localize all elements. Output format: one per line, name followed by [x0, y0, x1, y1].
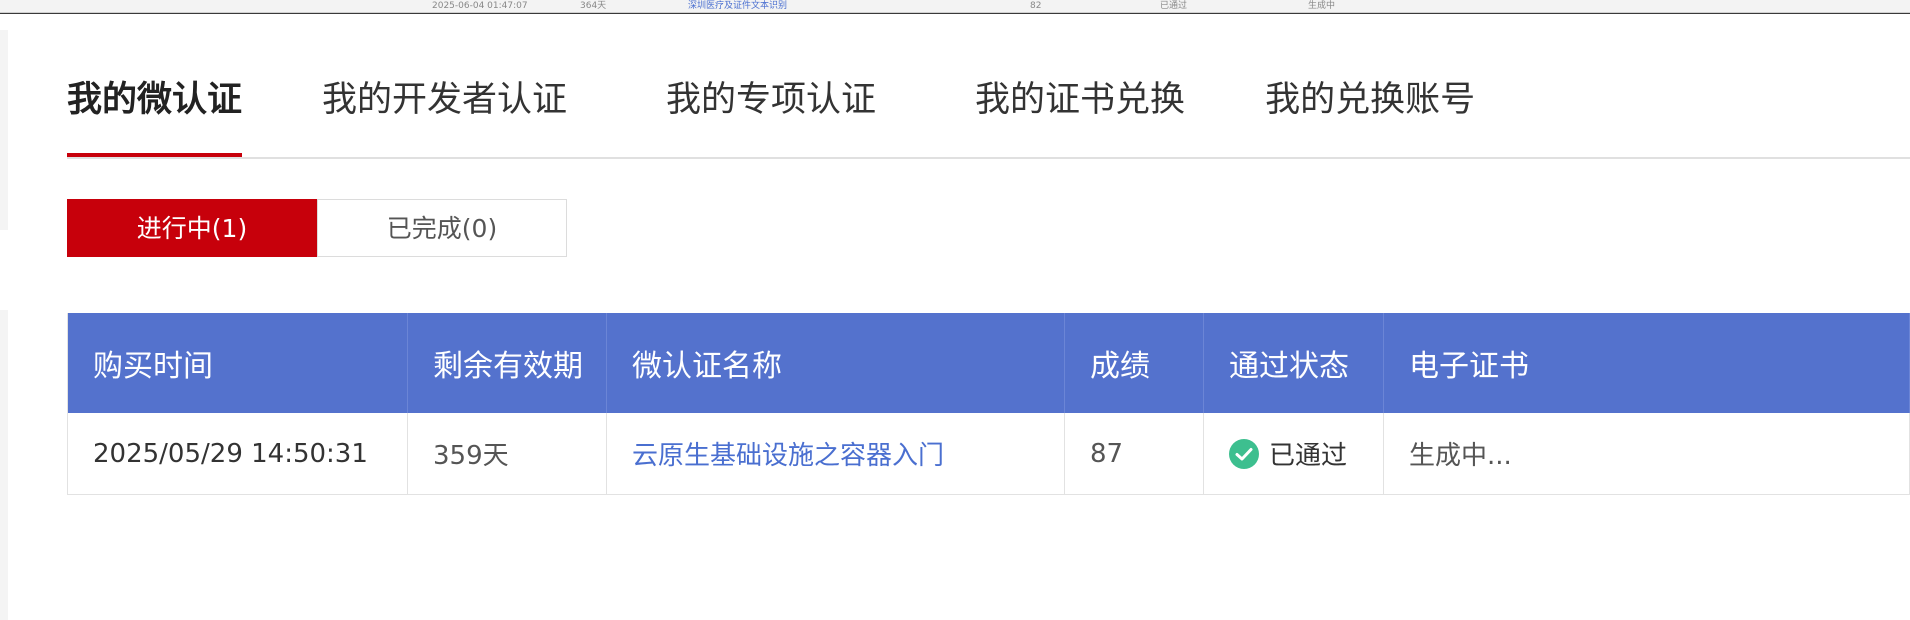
header-pass-status: 通过状态	[1204, 313, 1384, 413]
table-header-row: 购买时间 剩余有效期 微认证名称 成绩 通过状态 电子证书	[68, 313, 1910, 413]
bg-certificate: 生成中	[1308, 1, 1336, 11]
in-progress-button[interactable]: 进行中(1)	[67, 199, 317, 257]
tab-my-micro-cert[interactable]: 我的微认证	[67, 70, 243, 158]
tab-my-special-cert[interactable]: 我的专项认证	[666, 70, 876, 158]
tab-my-cert-exchange[interactable]: 我的证书兑换	[975, 70, 1185, 158]
status-badge: 已通过	[1229, 435, 1347, 472]
header-remaining-validity: 剩余有效期	[408, 313, 607, 413]
left-edge-panel-lower	[0, 310, 8, 620]
bg-cert-name: 深圳医疗及证件文本识别	[688, 1, 788, 11]
cell-e-certificate: 生成中...	[1384, 413, 1910, 494]
table-row: 2025/05/29 14:50:31 359天 云原生基础设施之容器入门 87…	[68, 413, 1910, 495]
bg-purchase-time: 2025-06-04 01:47:07	[432, 1, 528, 11]
tab-my-developer-cert[interactable]: 我的开发者认证	[322, 70, 567, 158]
micro-cert-table: 购买时间 剩余有效期 微认证名称 成绩 通过状态 电子证书 2025/05/29…	[67, 313, 1910, 495]
header-e-certificate: 电子证书	[1384, 313, 1910, 413]
cell-cert-name: 云原生基础设施之容器入门	[607, 413, 1065, 494]
bg-remaining: 364天	[580, 1, 607, 11]
cert-name-link[interactable]: 云原生基础设施之容器入门	[632, 435, 944, 472]
check-circle-icon	[1229, 438, 1259, 469]
header-cert-name: 微认证名称	[607, 313, 1065, 413]
header-purchase-time: 购买时间	[68, 313, 408, 413]
cell-pass-status: 已通过	[1204, 413, 1384, 494]
background-table-row: 2025-06-04 01:47:07 364天 深圳医疗及证件文本识别 82 …	[0, 0, 1910, 13]
certification-tabs: 我的微认证 我的开发者认证 我的专项认证 我的证书兑换 我的兑换账号	[67, 70, 1910, 158]
background-window-strip: 2025-06-04 01:47:07 364天 深圳医疗及证件文本识别 82 …	[0, 0, 1910, 14]
completed-button[interactable]: 已完成(0)	[317, 199, 567, 257]
status-filter-segment: 进行中(1) 已完成(0)	[67, 199, 567, 257]
status-text: 已通过	[1269, 441, 1348, 471]
tabs-divider	[67, 157, 1910, 159]
cell-purchase-time: 2025/05/29 14:50:31	[68, 413, 408, 494]
cell-remaining-validity: 359天	[408, 413, 607, 494]
header-score: 成绩	[1065, 313, 1204, 413]
bg-score: 82	[1030, 1, 1042, 11]
bg-status: 已通过	[1160, 1, 1188, 11]
left-edge-panel	[0, 30, 8, 230]
tab-my-exchange-account[interactable]: 我的兑换账号	[1265, 70, 1475, 158]
cell-score: 87	[1065, 413, 1204, 494]
